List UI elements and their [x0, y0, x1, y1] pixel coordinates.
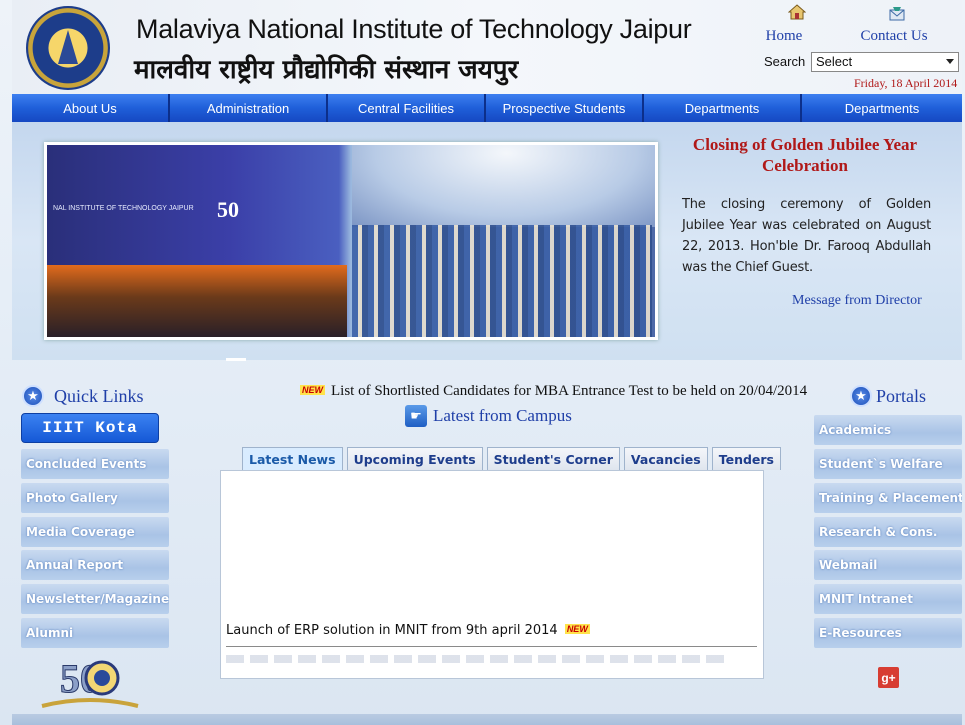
- featured-photo[interactable]: NAL INSTITUTE OF TECHNOLOGY JAIPUR 50: [44, 142, 658, 340]
- quick-link-annual-report[interactable]: Annual Report: [21, 550, 169, 580]
- page: Malaviya National Institute of Technolog…: [0, 0, 965, 725]
- portal-webmail[interactable]: Webmail: [814, 550, 962, 580]
- quick-link-media-coverage[interactable]: Media Coverage: [21, 517, 169, 547]
- pointer-hand-icon: ☛: [405, 405, 427, 427]
- tab-students-corner[interactable]: Student's Corner: [486, 447, 620, 470]
- institute-title-en: Malaviya National Institute of Technolog…: [136, 14, 692, 44]
- news-new-badge: NEW: [564, 624, 590, 634]
- footer-strip: [12, 714, 962, 725]
- photo-banner-text: NAL INSTITUTE OF TECHNOLOGY JAIPUR: [53, 205, 194, 212]
- news-ticker[interactable]: NEW List of Shortlisted Candidates for MB…: [300, 383, 815, 403]
- contact-link[interactable]: Contact Us: [848, 28, 940, 45]
- nav-item-departments[interactable]: Departments: [644, 94, 802, 122]
- nav-item-departments-2[interactable]: Departments: [802, 94, 962, 122]
- quick-link-newsletter[interactable]: Newsletter/Magazine: [21, 584, 169, 614]
- institute-logo-icon[interactable]: [26, 6, 110, 90]
- tab-upcoming-events[interactable]: Upcoming Events: [346, 447, 483, 470]
- tab-tenders[interactable]: Tenders: [711, 447, 781, 470]
- quick-link-photo-gallery[interactable]: Photo Gallery: [21, 483, 169, 513]
- director-message-link[interactable]: Message from Director: [792, 293, 922, 309]
- google-plus-icon[interactable]: g+: [878, 667, 899, 688]
- latest-from-campus-title: Latest from Campus: [433, 406, 572, 425]
- star-icon: ★: [850, 385, 872, 407]
- quick-links-title: Quick Links: [54, 385, 144, 406]
- nav-item-administration[interactable]: Administration: [170, 94, 328, 122]
- news-divider: [226, 646, 757, 647]
- nav-item-about-us[interactable]: About Us: [12, 94, 170, 122]
- quick-link-concluded-events[interactable]: Concluded Events: [21, 449, 169, 479]
- portal-research-consultancy[interactable]: Research & Cons.: [814, 517, 962, 547]
- portal-training-placement[interactable]: Training & Placement: [814, 483, 962, 513]
- portal-mnit-intranet[interactable]: MNIT Intranet: [814, 584, 962, 614]
- photo-crowd: [352, 225, 652, 337]
- star-icon: ★: [22, 385, 44, 407]
- chevron-down-icon: [946, 59, 954, 64]
- site-header: Malaviya National Institute of Technolog…: [12, 0, 962, 94]
- nav-item-central-facilities[interactable]: Central Facilities: [328, 94, 486, 122]
- news-panel: Launch of ERP solution in MNIT from 9th …: [220, 470, 764, 679]
- current-date: Friday, 18 April 2014: [854, 76, 958, 90]
- story-title: Closing of Golden Jubilee Year Celebrati…: [692, 135, 918, 175]
- quick-links-heading: ★ Quick Links: [22, 385, 144, 407]
- tab-latest-news[interactable]: Latest News: [242, 447, 343, 470]
- photo-tent: [352, 145, 655, 227]
- news-tabs: Latest News Upcoming Events Student's Co…: [242, 447, 781, 470]
- search-select-value: Select: [816, 54, 853, 69]
- photo-jubilee-logo: 50: [217, 197, 239, 222]
- latest-from-campus-heading: ☛ Latest from Campus: [405, 405, 572, 427]
- tab-vacancies[interactable]: Vacancies: [623, 447, 708, 470]
- news-item-scrolling: [226, 655, 726, 663]
- news-item-text[interactable]: Launch of ERP solution in MNIT from 9th …: [226, 623, 558, 638]
- ticker-text[interactable]: List of Shortlisted Candidates for MBA E…: [331, 383, 807, 399]
- portals-title: Portals: [876, 385, 927, 406]
- home-link[interactable]: Home: [760, 28, 808, 45]
- new-badge: NEW: [300, 385, 325, 395]
- photo-stage: [47, 265, 347, 337]
- nav-item-prospective-students[interactable]: Prospective Students: [486, 94, 644, 122]
- story-body: The closing ceremony of Golden Jubilee Y…: [682, 197, 931, 275]
- portals-heading: ★ Portals: [850, 385, 926, 407]
- portal-e-resources[interactable]: E-Resources: [814, 618, 962, 648]
- quick-link-alumni[interactable]: Alumni: [21, 618, 169, 648]
- portal-academics[interactable]: Academics: [814, 415, 962, 445]
- portal-student-welfare[interactable]: Student`s Welfare: [814, 449, 962, 479]
- search-select[interactable]: Select: [811, 52, 959, 72]
- home-icon[interactable]: [788, 4, 806, 20]
- institute-title-hi: मालवीय राष्ट्रीय प्रौद्योगिकी संस्थान जय…: [134, 55, 519, 85]
- golden-jubilee-logo-icon: 50: [41, 656, 139, 708]
- slider-indicator[interactable]: [226, 358, 246, 361]
- news-item[interactable]: Launch of ERP solution in MNIT from 9th …: [226, 623, 596, 638]
- featured-banner: NAL INSTITUTE OF TECHNOLOGY JAIPUR 50 Cl…: [12, 122, 962, 361]
- iiit-kota-button[interactable]: IIIT Kota: [21, 413, 159, 443]
- search-label: Search: [764, 54, 806, 69]
- contact-icon[interactable]: [888, 6, 906, 22]
- main-nav: About Us Administration Central Faciliti…: [12, 94, 962, 122]
